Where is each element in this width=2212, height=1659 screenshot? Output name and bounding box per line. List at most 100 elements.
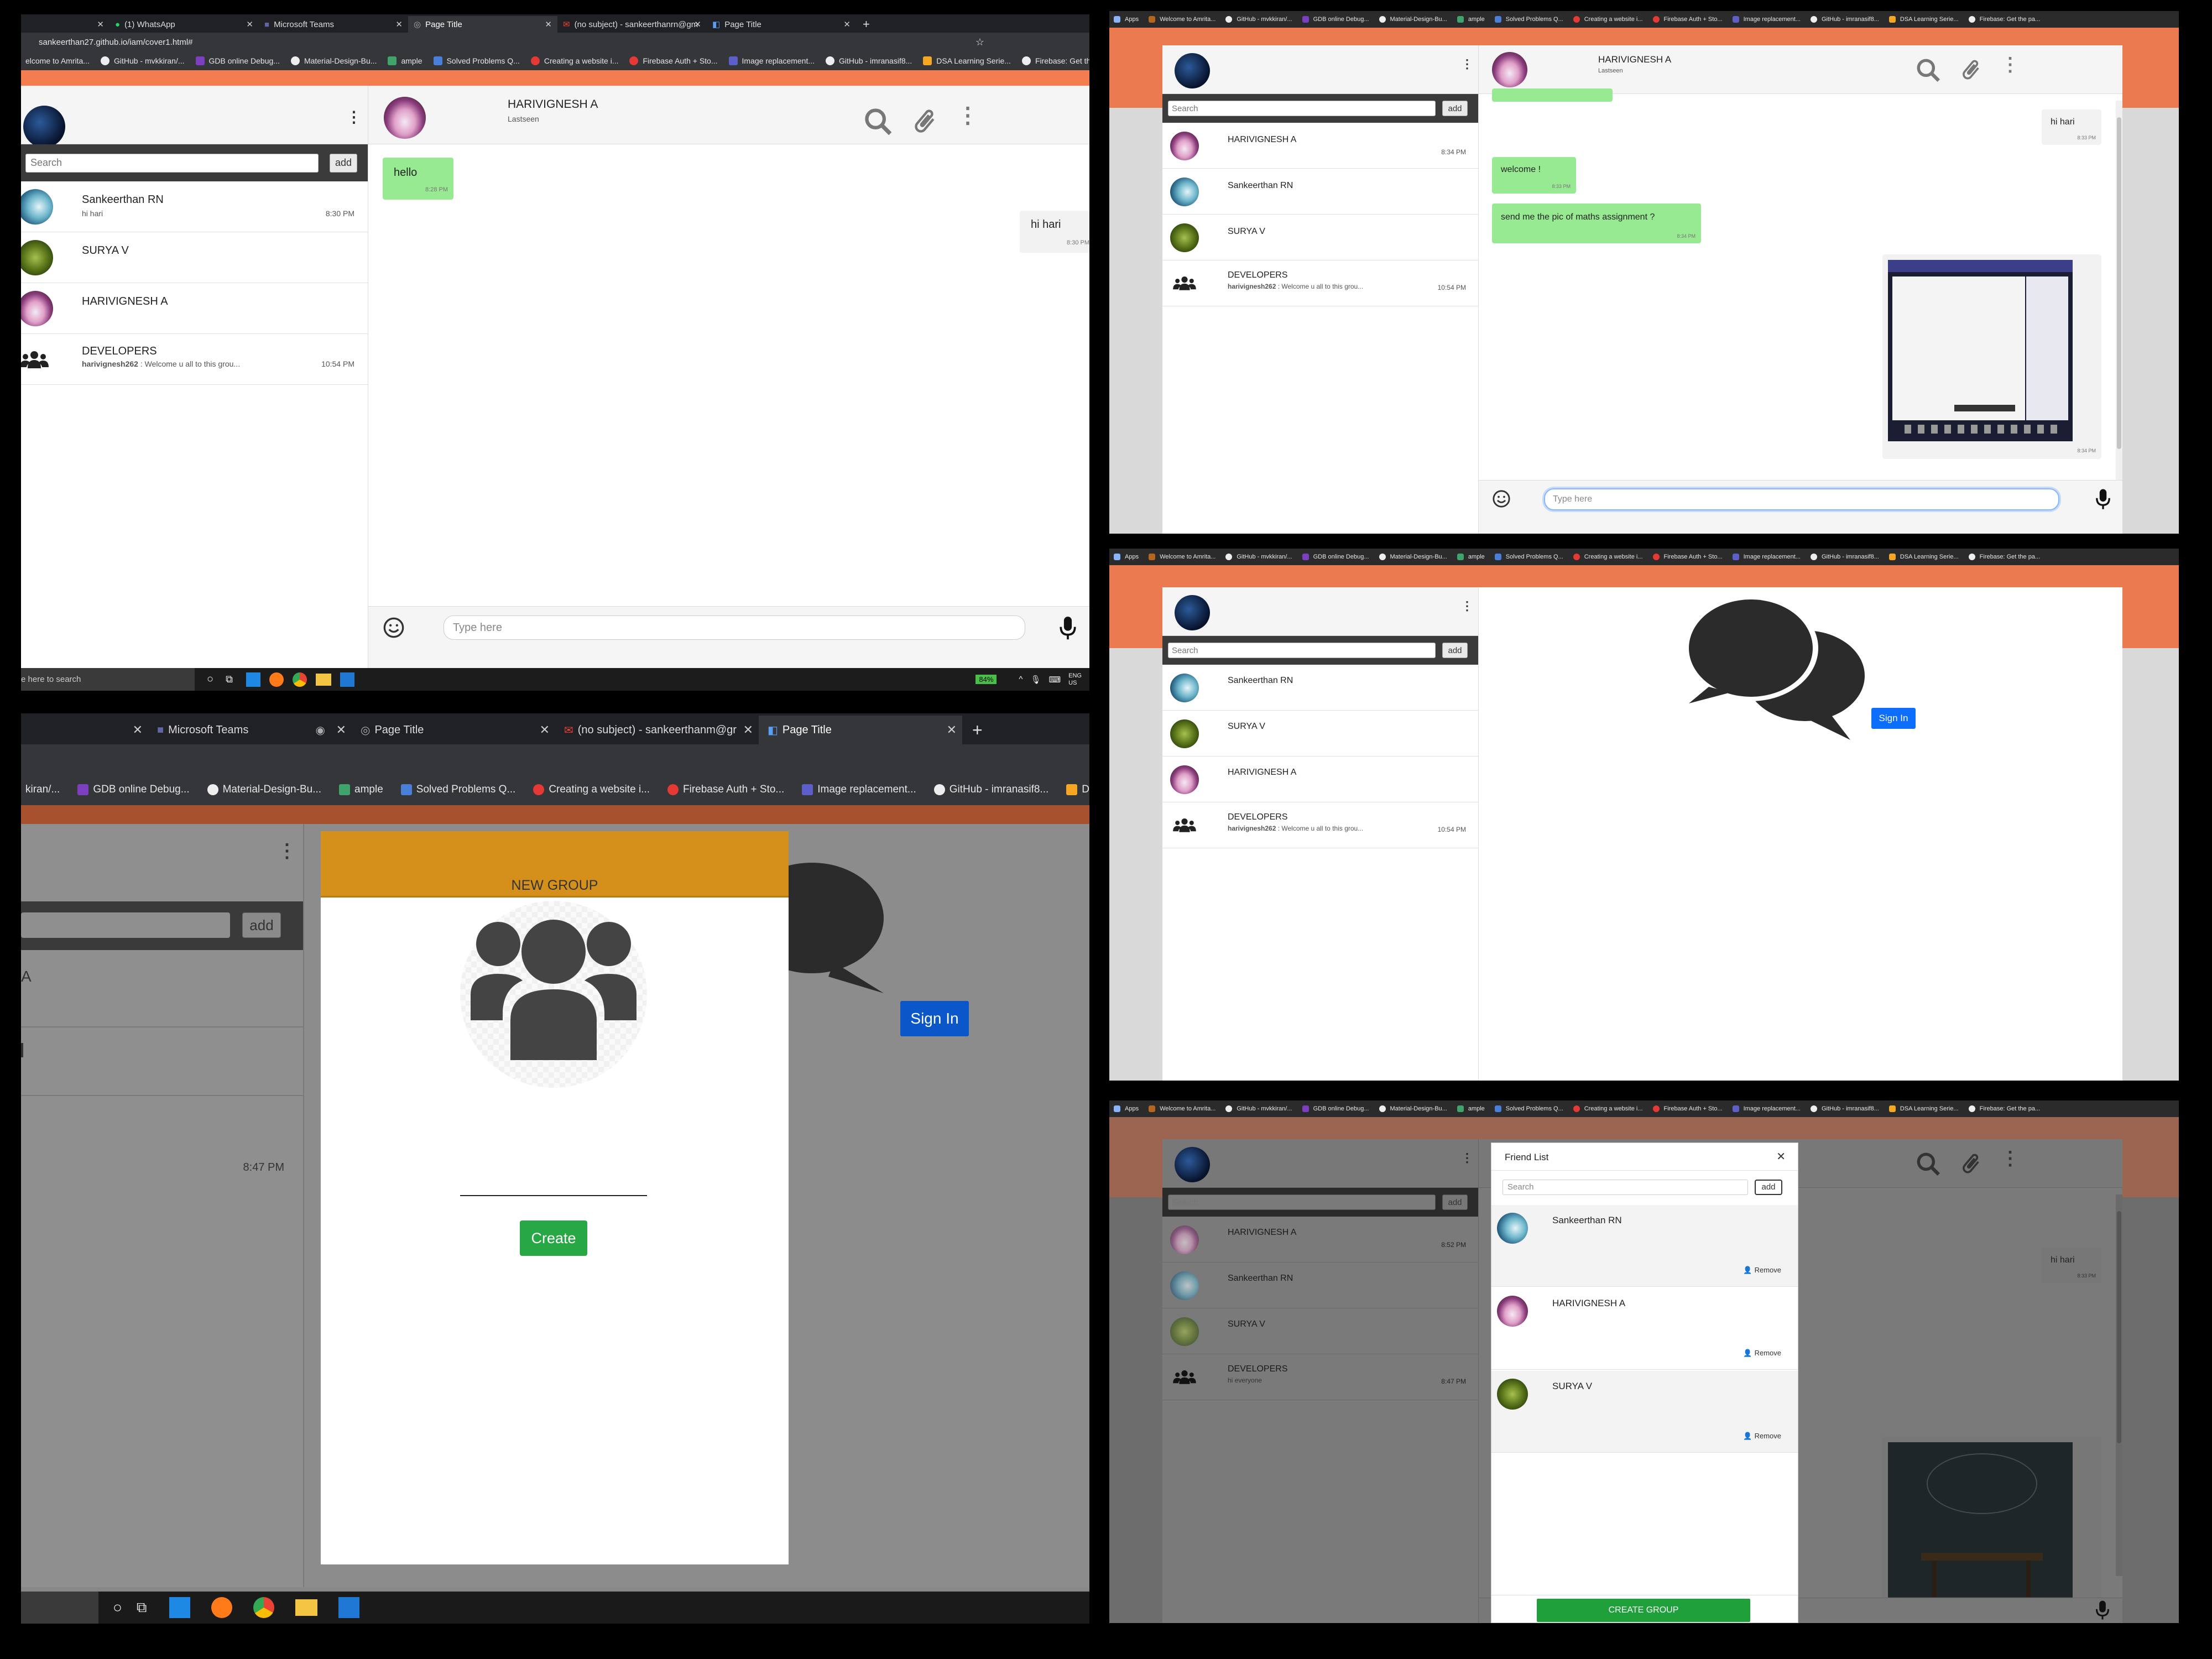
bookmark[interactable]: Material-Design-Bu...	[290, 56, 377, 65]
close-icon[interactable]: ✕	[336, 723, 346, 737]
bookmark[interactable]: Firebase: Get the pa...	[1968, 16, 2040, 23]
bookmark[interactable]: GDB online Debug...	[1302, 554, 1369, 560]
bookmark[interactable]: DSA Learning Serie...	[1888, 16, 1959, 23]
cortana-icon[interactable]: ○	[113, 1599, 122, 1616]
attach-icon[interactable]	[1959, 58, 1983, 82]
file-explorer-icon[interactable]	[315, 673, 331, 686]
browser-tab[interactable]: ◧ Page Title ✕	[707, 16, 856, 33]
bookmark[interactable]: ample	[1457, 1105, 1485, 1112]
chat-item[interactable]: DEVELOPERS harivignesh262 : Welcome u al…	[1162, 802, 1478, 848]
search-input[interactable]	[1168, 1194, 1436, 1210]
bookmark[interactable]: GitHub - mvkkiran/...	[100, 56, 185, 65]
bookmark[interactable]: Solved Problems Q...	[400, 784, 515, 796]
message-image-out[interactable]: 8:34 PM	[1882, 254, 2101, 459]
more-options-icon[interactable]: ⋮	[957, 105, 979, 127]
bookmark[interactable]: Firebase Auth + Sto...	[1652, 16, 1723, 23]
bookmark[interactable]: GitHub - imranasif8...	[1810, 554, 1879, 560]
search-input[interactable]	[1168, 101, 1436, 116]
add-button[interactable]: add	[242, 912, 281, 938]
chat-item[interactable]: Sankeerthan RN	[1162, 665, 1478, 711]
bookmark[interactable]: Welcome to Amrita...	[1149, 554, 1215, 560]
browser-tab[interactable]: ✕	[21, 16, 109, 33]
taskbar-search[interactable]	[21, 1592, 98, 1624]
bookmark[interactable]: ample	[1457, 554, 1485, 560]
chat-item[interactable]: SURYA V	[1162, 711, 1478, 757]
create-group-button[interactable]: CREATE GROUP	[1537, 1599, 1750, 1622]
scrollbar[interactable]	[2116, 1194, 2122, 1576]
avatar[interactable]	[1175, 595, 1210, 630]
close-icon[interactable]: ✕	[97, 19, 104, 29]
close-icon[interactable]: ✕	[133, 723, 143, 737]
close-icon[interactable]: ✕	[694, 19, 701, 29]
vscode-icon[interactable]	[340, 672, 354, 687]
browser-tab-active[interactable]: ◧ Page Title ✕	[759, 716, 962, 744]
emoji-icon[interactable]	[383, 617, 405, 639]
address-bar[interactable]	[21, 744, 1089, 774]
new-tab-button[interactable]: +	[962, 716, 995, 744]
friend-item[interactable]: Sankeerthan RN 👤 Remove	[1491, 1205, 1798, 1287]
chat-item[interactable]: SURYA V	[1162, 1308, 1478, 1354]
chat-item[interactable]: HARIVIGNESH A 8:34 PM	[1162, 123, 1478, 169]
scrollbar[interactable]	[2116, 101, 2122, 482]
search-input[interactable]	[1168, 643, 1436, 658]
bookmark[interactable]: Creating a website i...	[533, 784, 650, 796]
cortana-icon[interactable]: ○	[207, 673, 213, 686]
bookmark[interactable]: GitHub - imranasif8...	[933, 784, 1048, 796]
bookmark[interactable]: Firebase Auth + Sto...	[1652, 554, 1723, 560]
attach-icon[interactable]	[910, 107, 939, 135]
browser-tab[interactable]: ● (1) WhatsApp ✕	[109, 16, 259, 33]
close-icon[interactable]: ✕	[540, 723, 550, 737]
microphone-icon[interactable]	[2095, 487, 2111, 510]
avatar[interactable]	[23, 106, 65, 148]
bookmark[interactable]: Creating a website i...	[1573, 1105, 1643, 1112]
contact-avatar[interactable]	[1492, 52, 1527, 87]
bookmark[interactable]: Firebase Auth + Sto...	[629, 56, 718, 65]
bookmark[interactable]: GitHub - mvkkiran/...	[1225, 16, 1292, 23]
bookmark[interactable]: Material-Design-Bu...	[1379, 554, 1447, 560]
search-icon[interactable]	[1914, 56, 1942, 84]
remove-friend-button[interactable]: 👤 Remove	[1743, 1266, 1781, 1275]
bookmark[interactable]: DSA Learning Serie...	[1888, 554, 1959, 560]
bookmark[interactable]: DSA Learning Serie...	[923, 56, 1011, 65]
browser-tab[interactable]: ◎ Page Title ✕	[352, 716, 555, 744]
more-options-icon[interactable]: ⋮	[1461, 58, 1473, 70]
contact-avatar[interactable]	[384, 97, 426, 139]
search-icon[interactable]	[1914, 1150, 1942, 1178]
chat-item[interactable]: DEVELOPERS harivignesh262 : Welcome u al…	[21, 334, 368, 385]
remove-friend-button[interactable]: 👤 Remove	[1743, 1349, 1781, 1358]
sign-in-button[interactable]: Sign In	[1871, 708, 1916, 729]
bookmark[interactable]: Firebase Auth + Sto...	[1652, 1105, 1723, 1112]
browser-tab[interactable]: ■ Microsoft Teams ◉ ✕	[148, 716, 352, 744]
bookmark[interactable]: Image replacement...	[1732, 554, 1801, 560]
address-bar[interactable]: sankeerthan27.github.io/iam/cover1.html#…	[21, 33, 1089, 51]
bookmark[interactable]: Creating a website i...	[1573, 554, 1643, 560]
microphone-icon[interactable]	[2095, 1599, 2110, 1620]
add-button[interactable]: add	[1442, 101, 1468, 116]
keyboard-icon[interactable]: ⌨	[1049, 675, 1061, 685]
bookmark[interactable]: GitHub - imranasif8...	[1810, 1105, 1879, 1112]
bookmark[interactable]: GDB online Debug...	[77, 784, 190, 796]
image-attachment[interactable]	[1888, 260, 2073, 441]
browser-tab[interactable]: ✉ (no subject) - sankeerthanm@gr ✕	[555, 716, 759, 744]
chat-item[interactable]: HARIVIGNESH A	[21, 283, 368, 334]
create-button[interactable]: Create	[520, 1220, 587, 1256]
bookmark[interactable]: Image replacement...	[728, 56, 815, 65]
bookmark[interactable]: Material-Design-Bu...	[207, 784, 321, 796]
bookmark[interactable]: Firebase: Get the pa...	[1968, 554, 2040, 560]
chat-item[interactable]: SURYA V	[21, 232, 368, 283]
app-l-icon[interactable]	[169, 1597, 190, 1618]
chat-item[interactable]: SURYA V	[1162, 215, 1478, 260]
more-options-icon[interactable]: ⋮	[1461, 600, 1473, 612]
sign-in-button[interactable]: Sign In	[900, 1001, 969, 1036]
close-icon[interactable]: ✕	[246, 19, 253, 29]
bookmark[interactable]: Creating a website i...	[530, 56, 618, 65]
message-input[interactable]: Type here	[444, 615, 1025, 640]
remove-friend-button[interactable]: 👤 Remove	[1743, 1432, 1781, 1441]
message-input[interactable]: Type here	[1544, 488, 2059, 510]
bookmark[interactable]: Firebase Auth + Sto...	[667, 784, 784, 796]
bookmark[interactable]: Solved Problems Q...	[433, 56, 520, 65]
group-photo-picker[interactable]	[460, 901, 647, 1088]
message-image-out[interactable]	[1882, 1437, 2101, 1623]
chat-item[interactable]: Sankeerthan RN	[1162, 1262, 1478, 1308]
firefox-icon[interactable]	[211, 1597, 232, 1618]
